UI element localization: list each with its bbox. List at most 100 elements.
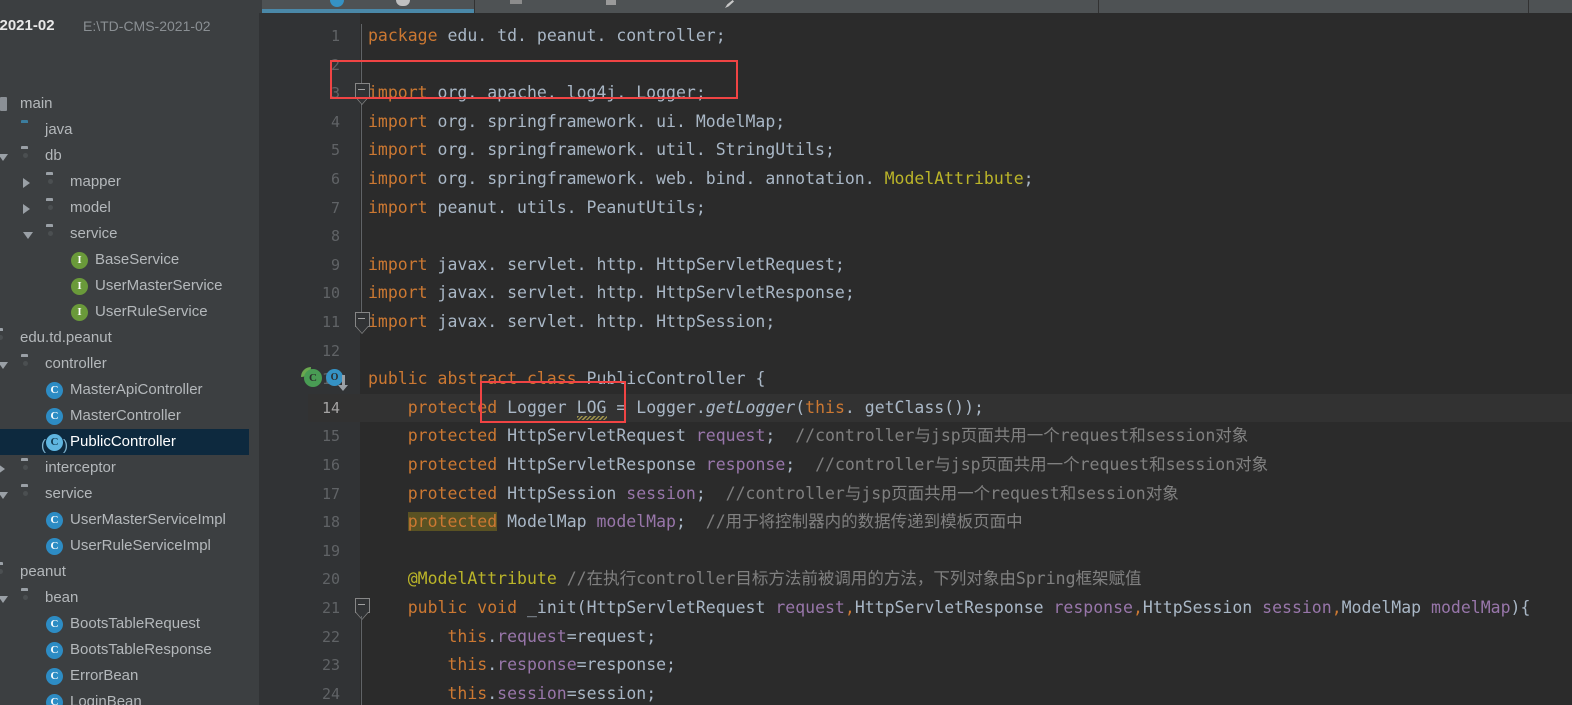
code-line[interactable] xyxy=(368,337,1572,366)
tree-item-interceptor[interactable]: interceptor xyxy=(0,455,262,481)
code-line[interactable]: this.response=response; xyxy=(368,651,1572,680)
code-token: protected xyxy=(407,426,498,446)
tree-item-lea[interactable]: lea xyxy=(0,39,262,65)
code-token: ; xyxy=(765,426,776,446)
code-line[interactable]: import org. apache. log4j. Logger; xyxy=(368,79,1572,108)
tree-item-usermasterserviceimpl[interactable]: C UserMasterServiceImpl xyxy=(0,507,262,533)
tree-item-edu-td-peanut[interactable]: edu.td.peanut xyxy=(0,325,262,351)
tree-item-bootstableresponse[interactable]: C BootsTableResponse xyxy=(0,637,262,663)
code-line[interactable] xyxy=(368,537,1572,566)
fold-box[interactable] xyxy=(355,598,370,613)
tree-item-usermasterservice[interactable]: I UserMasterService xyxy=(0,273,262,299)
chevron-right-icon[interactable] xyxy=(23,178,30,188)
code-token: peanut. utils. PeanutUtils xyxy=(427,197,696,217)
fold-box[interactable] xyxy=(355,83,370,99)
overridden-method-icon[interactable] xyxy=(326,369,343,387)
code-line[interactable] xyxy=(368,51,1572,80)
code-line[interactable]: protected HttpServletRequest request; //… xyxy=(368,422,1572,451)
code-token: protected xyxy=(407,512,498,532)
class-icon: C xyxy=(46,408,63,425)
tree-item-service[interactable]: service xyxy=(0,481,262,507)
class-icon: C xyxy=(46,616,63,633)
chevron-down-icon[interactable] xyxy=(0,362,8,369)
code-line[interactable]: public abstract class PublicController { xyxy=(368,365,1572,394)
tree-item-publiccontroller[interactable]: C() PublicController xyxy=(0,429,262,455)
code-line[interactable]: protected Logger LOG = Logger.getLogger(… xyxy=(368,394,1572,423)
code-token: . xyxy=(487,683,498,703)
code-token: session xyxy=(497,683,567,703)
tree-item-bootstablerequest[interactable]: C BootsTableRequest xyxy=(0,611,262,637)
tree-item-masterapicontroller[interactable]: C MasterApiController xyxy=(0,377,262,403)
implemented-by-class-icon[interactable] xyxy=(304,369,322,388)
tree-item-label: interceptor xyxy=(45,459,116,476)
code-line[interactable]: this.session=session; xyxy=(368,680,1572,705)
tree-item-java[interactable]: java xyxy=(0,117,262,143)
tree-item-main[interactable]: main xyxy=(0,91,262,117)
chevron-right-icon[interactable] xyxy=(0,464,5,474)
code-token: . xyxy=(487,655,498,675)
fold-box[interactable] xyxy=(355,312,370,327)
tree-item-model[interactable]: model xyxy=(0,195,262,221)
arrow-down-icon-head xyxy=(338,385,348,392)
tree-item-ms-2021-02[interactable]: MS-2021-02 E:\TD-CMS-2021-02 xyxy=(0,13,262,39)
tree-item-bean[interactable]: bean xyxy=(0,585,262,611)
tree-item-mapper[interactable]: mapper xyxy=(0,169,262,195)
code-line[interactable]: package edu. td. peanut. controller; xyxy=(368,22,1572,51)
chevron-down-icon[interactable] xyxy=(23,232,33,239)
chevron-right-icon[interactable] xyxy=(23,204,30,214)
editor-code-area[interactable]: 123456789101112131415161718192021222324p… xyxy=(308,13,1572,705)
code-line[interactable]: @ModelAttribute //在执行controller目标方法前被调用的… xyxy=(368,565,1572,594)
line-number: 24 xyxy=(321,684,340,703)
line-number: 3 xyxy=(330,84,340,103)
tree-item-baseservice[interactable]: I BaseService xyxy=(0,247,262,273)
tree-item-c[interactable]: c xyxy=(0,65,262,91)
code-token: import xyxy=(368,169,428,188)
code-token: response xyxy=(497,655,577,675)
code-token: javax. servlet. http. HttpServletRequest xyxy=(427,254,835,274)
tree-item-loginbean[interactable]: C LoginBean xyxy=(0,689,262,705)
code-line[interactable]: import peanut. utils. PeanutUtils; xyxy=(368,194,1572,223)
tree-item-controller[interactable]: controller xyxy=(0,351,262,377)
code-line[interactable]: public void _init(HttpServletRequest req… xyxy=(368,594,1572,623)
tree-item-mastercontroller[interactable]: C MasterController xyxy=(0,403,262,429)
code-token: response xyxy=(1053,598,1133,617)
line-number: 21 xyxy=(321,599,340,617)
code-line[interactable]: protected HttpSession session; //control… xyxy=(368,480,1572,509)
code-token: = Logger. xyxy=(606,397,706,417)
code-editor[interactable]: 123456789101112131415161718192021222324p… xyxy=(262,13,1572,705)
code-line[interactable]: import javax. servlet. http. HttpSession… xyxy=(368,308,1572,337)
code-token: org. springframework. web. bind. annotat… xyxy=(427,169,885,188)
line-number: 1 xyxy=(330,27,340,45)
code-token: . xyxy=(487,626,498,646)
code-line[interactable]: protected ModelMap modelMap; //用于将控制器内的数… xyxy=(368,508,1572,537)
code-line[interactable]: import javax. servlet. http. HttpServlet… xyxy=(368,279,1572,308)
project-tool-window[interactable]: MS-2021-02 E:\TD-CMS-2021-02 leac main java d… xyxy=(0,13,262,705)
chevron-down-icon[interactable] xyxy=(0,596,8,603)
code-line[interactable] xyxy=(368,222,1572,251)
code-token: import xyxy=(368,197,428,217)
tree-item-userruleserviceimpl[interactable]: C UserRuleServiceImpl xyxy=(0,533,262,559)
tree-item-service[interactable]: service xyxy=(0,221,262,247)
code-line[interactable]: this.request=request; xyxy=(368,623,1572,652)
line-number: 10 xyxy=(321,284,340,303)
code-line[interactable]: import org. springframework. ui. ModelMa… xyxy=(368,108,1572,137)
code-token: request xyxy=(695,426,766,446)
code-line[interactable]: import org. springframework. util. Strin… xyxy=(368,136,1572,165)
tree-item-errorbean[interactable]: C ErrorBean xyxy=(0,663,262,689)
tree-item-peanut[interactable]: peanut xyxy=(0,559,262,585)
fold-tip-inner xyxy=(355,326,368,333)
tree-item-userruleservice[interactable]: I UserRuleService xyxy=(0,299,262,325)
code-line[interactable]: protected HttpServletResponse response; … xyxy=(368,451,1572,480)
class-icon: C xyxy=(46,642,63,659)
sidebar-scrollbar-track[interactable] xyxy=(249,13,507,705)
tree-item-db[interactable]: db xyxy=(0,143,262,169)
chevron-down-icon[interactable] xyxy=(0,492,8,499)
code-line[interactable]: import org. springframework. web. bind. … xyxy=(368,165,1572,194)
code-line[interactable]: import javax. servlet. http. HttpServlet… xyxy=(368,251,1572,280)
chevron-down-icon[interactable] xyxy=(0,154,8,161)
